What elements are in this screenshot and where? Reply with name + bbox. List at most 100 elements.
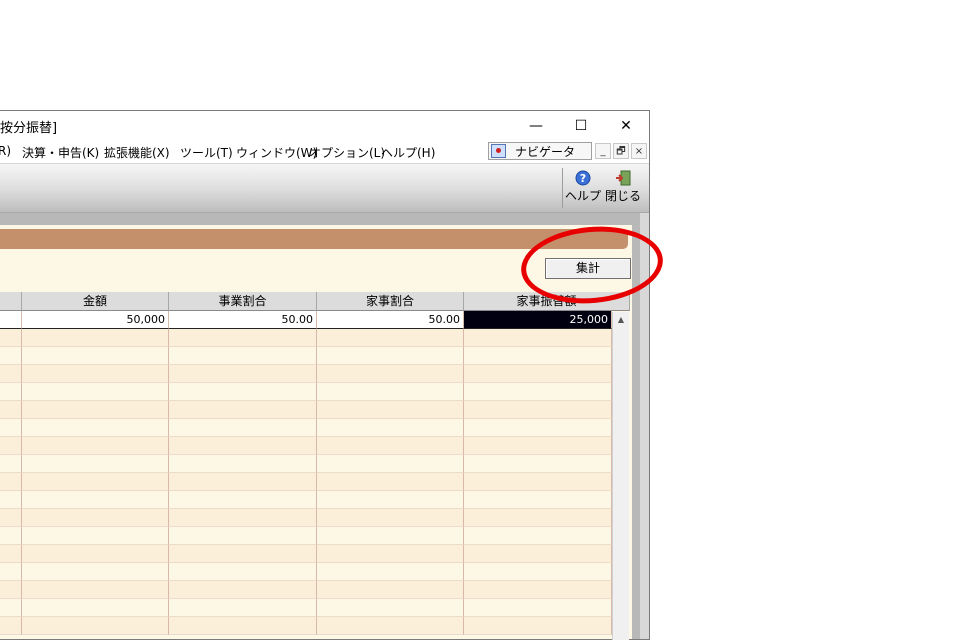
cell-amount[interactable]: 50,000: [22, 311, 169, 329]
table-cell[interactable]: [22, 491, 169, 509]
table-cell[interactable]: [317, 347, 464, 365]
table-cell[interactable]: [169, 545, 317, 563]
table-cell[interactable]: [317, 509, 464, 527]
table-cell[interactable]: [0, 455, 22, 473]
table-cell[interactable]: [317, 455, 464, 473]
table-cell[interactable]: [464, 347, 612, 365]
table-cell[interactable]: [169, 599, 317, 617]
table-cell[interactable]: [464, 599, 612, 617]
table-cell[interactable]: [464, 491, 612, 509]
table-cell[interactable]: [169, 455, 317, 473]
table-cell[interactable]: [22, 419, 169, 437]
table-cell[interactable]: [169, 347, 317, 365]
menu-item-settlement[interactable]: 決算・申告(K): [22, 144, 99, 161]
table-cell[interactable]: [22, 347, 169, 365]
vertical-scrollbar[interactable]: ▲: [612, 312, 629, 640]
table-cell[interactable]: [169, 383, 317, 401]
navigator-button[interactable]: ナビゲータ: [488, 142, 592, 160]
help-button[interactable]: ? ヘルプ: [564, 168, 602, 208]
table-cell[interactable]: [0, 311, 22, 329]
close-window-button[interactable]: ✕: [603, 111, 649, 141]
table-cell[interactable]: [0, 617, 22, 635]
table-cell[interactable]: [0, 437, 22, 455]
table-cell[interactable]: [22, 473, 169, 491]
table-cell[interactable]: [0, 509, 22, 527]
menu-item-window[interactable]: ウィンドウ(W): [236, 144, 317, 161]
table-cell[interactable]: [22, 599, 169, 617]
table-cell[interactable]: [464, 383, 612, 401]
table-cell[interactable]: [169, 581, 317, 599]
table-cell[interactable]: [169, 401, 317, 419]
table-cell[interactable]: [464, 617, 612, 635]
table-cell[interactable]: [0, 347, 22, 365]
table-cell[interactable]: [169, 527, 317, 545]
table-cell[interactable]: [22, 509, 169, 527]
menu-item-help[interactable]: ヘルプ(H): [381, 144, 435, 161]
table-cell[interactable]: [317, 329, 464, 347]
table-cell[interactable]: [0, 419, 22, 437]
table-cell[interactable]: [0, 365, 22, 383]
table-cell[interactable]: [22, 401, 169, 419]
table-cell[interactable]: [22, 545, 169, 563]
table-cell[interactable]: [464, 365, 612, 383]
table-cell[interactable]: [317, 527, 464, 545]
maximize-button[interactable]: ☐: [558, 111, 604, 141]
mdi-close-button[interactable]: ×: [631, 143, 647, 159]
table-cell[interactable]: [317, 617, 464, 635]
table-cell[interactable]: [0, 329, 22, 347]
table-cell[interactable]: [0, 491, 22, 509]
close-button[interactable]: 閉じる: [604, 168, 642, 208]
table-cell[interactable]: [169, 509, 317, 527]
table-cell[interactable]: [169, 437, 317, 455]
cell-household-ratio[interactable]: 50.00: [317, 311, 464, 329]
cell-household-transfer[interactable]: 25,000: [464, 311, 612, 329]
table-cell[interactable]: [317, 419, 464, 437]
table-cell[interactable]: [0, 401, 22, 419]
table-cell[interactable]: [464, 581, 612, 599]
table-cell[interactable]: [317, 563, 464, 581]
table-cell[interactable]: [317, 401, 464, 419]
column-header-household-ratio[interactable]: 家事割合: [317, 292, 464, 311]
menu-item-tools[interactable]: ツール(T): [180, 144, 233, 161]
scroll-up-arrow-icon[interactable]: ▲: [613, 312, 629, 328]
table-cell[interactable]: [317, 365, 464, 383]
table-cell[interactable]: [0, 473, 22, 491]
table-cell[interactable]: [0, 383, 22, 401]
table-cell[interactable]: [464, 473, 612, 491]
table-cell[interactable]: [317, 383, 464, 401]
menu-item-report[interactable]: R): [0, 144, 11, 158]
table-cell[interactable]: [0, 599, 22, 617]
table-cell[interactable]: [169, 563, 317, 581]
table-cell[interactable]: [464, 545, 612, 563]
table-cell[interactable]: [464, 437, 612, 455]
table-cell[interactable]: [22, 455, 169, 473]
table-cell[interactable]: [22, 383, 169, 401]
mdi-minimize-button[interactable]: _: [595, 143, 611, 159]
table-cell[interactable]: [169, 473, 317, 491]
table-cell[interactable]: [22, 527, 169, 545]
table-cell[interactable]: [22, 581, 169, 599]
menu-item-extensions[interactable]: 拡張機能(X): [104, 144, 170, 161]
table-cell[interactable]: [464, 563, 612, 581]
table-cell[interactable]: [464, 401, 612, 419]
table-cell[interactable]: [169, 329, 317, 347]
table-cell[interactable]: [0, 563, 22, 581]
table-cell[interactable]: [464, 419, 612, 437]
table-cell[interactable]: [169, 617, 317, 635]
table-cell[interactable]: [317, 581, 464, 599]
table-cell[interactable]: [317, 437, 464, 455]
table-cell[interactable]: [22, 437, 169, 455]
table-cell[interactable]: [464, 509, 612, 527]
column-header-business-ratio[interactable]: 事業割合: [169, 292, 317, 311]
column-header-amount[interactable]: 金額: [22, 292, 169, 311]
table-cell[interactable]: [317, 599, 464, 617]
table-cell[interactable]: [317, 545, 464, 563]
table-cell[interactable]: [464, 455, 612, 473]
table-cell[interactable]: [0, 581, 22, 599]
cell-business-ratio[interactable]: 50.00: [169, 311, 317, 329]
table-cell[interactable]: [22, 563, 169, 581]
table-cell[interactable]: [317, 491, 464, 509]
table-cell[interactable]: [464, 527, 612, 545]
table-cell[interactable]: [169, 491, 317, 509]
table-cell[interactable]: [464, 329, 612, 347]
